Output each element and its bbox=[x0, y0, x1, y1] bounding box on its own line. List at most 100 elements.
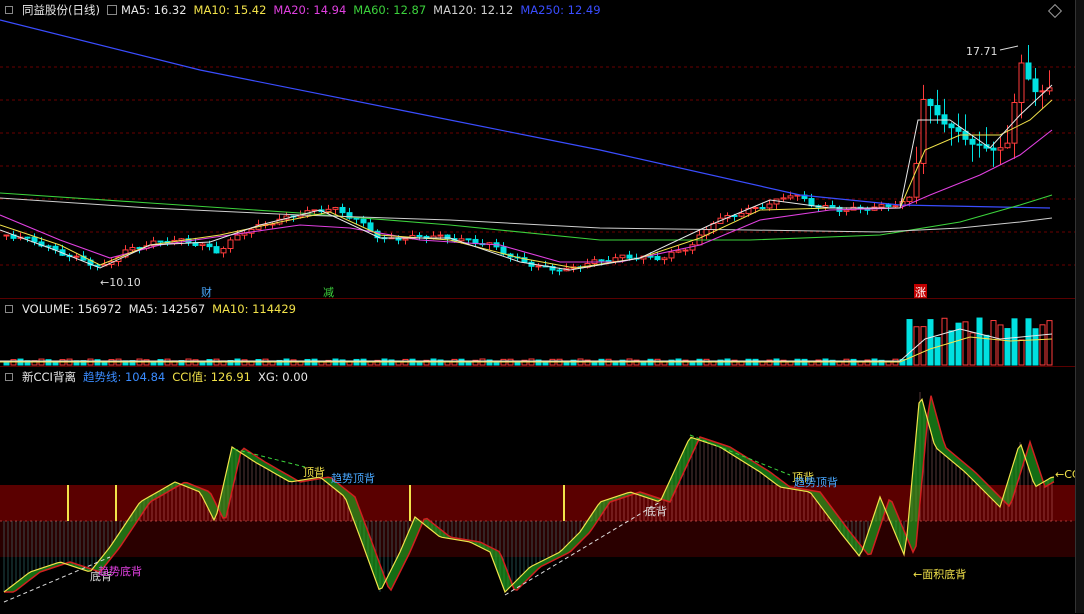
high-price-label: 17.71 bbox=[966, 45, 998, 58]
volume-ma5-line bbox=[0, 328, 1053, 362]
candle-body bbox=[213, 246, 220, 254]
candle-body bbox=[1025, 62, 1032, 80]
volume-ma10-line bbox=[0, 336, 1053, 363]
price-panel[interactable]: 同益股份(日线) MA5: 16.32 MA10: 15.42 MA20: 14.94… bbox=[0, 0, 1084, 298]
candle-body bbox=[1018, 62, 1025, 104]
volume-bar bbox=[976, 317, 983, 366]
candle-body bbox=[31, 236, 38, 243]
candle-body bbox=[626, 254, 633, 259]
stock-title[interactable]: 同益股份(日线) bbox=[22, 3, 100, 17]
volume-value: VOLUME: 156972 bbox=[22, 302, 122, 316]
candle-body bbox=[668, 251, 675, 259]
candle-body bbox=[885, 204, 892, 207]
candle-body bbox=[892, 205, 899, 208]
candle-body bbox=[556, 269, 563, 272]
volume-bar bbox=[948, 330, 955, 366]
candle-body bbox=[654, 255, 661, 261]
candle-body bbox=[339, 206, 346, 214]
ma120-label: MA120: 12.12 bbox=[433, 3, 514, 17]
candle-body bbox=[234, 234, 241, 241]
candle-body bbox=[1004, 142, 1011, 149]
volume-bar bbox=[983, 334, 990, 366]
panel-toggle-icon[interactable] bbox=[5, 305, 13, 313]
candle-body bbox=[458, 238, 465, 242]
bottom-divergence-label-2: 底背 bbox=[645, 505, 667, 518]
candle-body bbox=[843, 209, 850, 212]
candle-body bbox=[220, 247, 227, 254]
candle-body bbox=[227, 239, 234, 249]
cci-trend-value: 趋势线: 104.84 bbox=[82, 370, 166, 384]
settings-diamond-icon[interactable] bbox=[1047, 3, 1063, 19]
candle-body bbox=[129, 247, 136, 251]
candle-body bbox=[598, 259, 605, 262]
candle-body bbox=[353, 217, 360, 220]
candle-body bbox=[325, 208, 332, 213]
candle-body bbox=[906, 196, 913, 203]
candlestick-chart[interactable] bbox=[0, 0, 1084, 298]
candle-body bbox=[73, 255, 80, 258]
candle-body bbox=[934, 105, 941, 116]
candle-body bbox=[969, 138, 976, 145]
volume-bar bbox=[1018, 339, 1025, 366]
candle-body bbox=[752, 206, 759, 209]
candle-body bbox=[780, 197, 787, 200]
ma60-line bbox=[0, 192, 1053, 241]
ma20-label: MA20: 14.94 bbox=[273, 3, 347, 17]
candle-body bbox=[24, 236, 31, 239]
dropdown-square-icon[interactable] bbox=[106, 5, 117, 15]
candle-body bbox=[675, 250, 682, 253]
panel-toggle-icon[interactable] bbox=[5, 373, 13, 381]
candle-body bbox=[997, 147, 1004, 151]
candle-body bbox=[787, 195, 794, 199]
candle-body bbox=[948, 123, 955, 129]
cci-header: 新CCI背离 趋势线: 104.84 CCI值: 126.91 XG: 0.00 bbox=[0, 367, 1063, 387]
volume-bar bbox=[1011, 318, 1018, 366]
candle-body bbox=[157, 240, 164, 243]
panel-toggle-icon[interactable] bbox=[5, 6, 13, 14]
cci-value: CCI值: 126.91 bbox=[172, 370, 251, 384]
volume-bar bbox=[962, 321, 969, 366]
volume-bar bbox=[997, 324, 1004, 366]
trend-bottom-divergence-label: 趋势底背 bbox=[98, 565, 142, 578]
candle-body bbox=[619, 254, 626, 259]
ma60-label: MA60: 12.87 bbox=[353, 3, 427, 17]
trend-top-divergence-label-2: 趋势顶背 bbox=[794, 476, 838, 489]
candle-body bbox=[766, 203, 773, 209]
ma250-line bbox=[0, 19, 1051, 209]
candle-body bbox=[878, 204, 885, 208]
event-marker-finance[interactable]: 财 bbox=[201, 284, 212, 298]
candle-body bbox=[941, 114, 948, 125]
candle-body bbox=[990, 147, 997, 151]
candle-body bbox=[3, 234, 10, 237]
volume-header: VOLUME: 156972 MA5: 142567 MA10: 114429 bbox=[0, 299, 1063, 319]
candle-body bbox=[759, 206, 766, 209]
volume-bar bbox=[941, 317, 948, 366]
volume-bar bbox=[1039, 324, 1046, 366]
candle-body bbox=[1032, 78, 1039, 93]
ma5-label: MA5: 16.32 bbox=[120, 3, 187, 17]
trend-top-divergence-label-1: 趋势顶背 bbox=[331, 472, 375, 485]
cci-xg: XG: 0.00 bbox=[257, 370, 308, 384]
candle-body bbox=[829, 205, 836, 208]
candle-body bbox=[605, 260, 612, 263]
candle-body bbox=[332, 206, 339, 210]
volume-bar bbox=[1004, 328, 1011, 366]
volume-bar bbox=[927, 319, 934, 366]
candle-body bbox=[402, 238, 409, 241]
cci-panel[interactable]: 新CCI背离 趋势线: 104.84 CCI值: 126.91 XG: 0.00 顶背… bbox=[0, 366, 1084, 614]
candle-body bbox=[976, 143, 983, 146]
high-pointer bbox=[999, 45, 1019, 51]
cci-title: 新CCI背离 bbox=[22, 370, 76, 384]
candle-body bbox=[682, 249, 689, 252]
candle-body bbox=[661, 257, 668, 261]
candle-body bbox=[535, 265, 542, 268]
vertical-scrollbar[interactable] bbox=[1075, 0, 1084, 613]
volume-ma10: MA10: 114429 bbox=[212, 302, 296, 316]
volume-bar bbox=[1046, 320, 1053, 366]
volume-bar bbox=[1025, 318, 1032, 366]
event-marker-reduce[interactable]: 减 bbox=[323, 284, 334, 298]
event-marker-rise[interactable]: 涨 bbox=[914, 284, 927, 298]
volume-bar bbox=[920, 326, 927, 366]
volume-panel[interactable]: VOLUME: 156972 MA5: 142567 MA10: 114429 bbox=[0, 298, 1084, 367]
ma250-label: MA250: 12.49 bbox=[520, 3, 601, 17]
